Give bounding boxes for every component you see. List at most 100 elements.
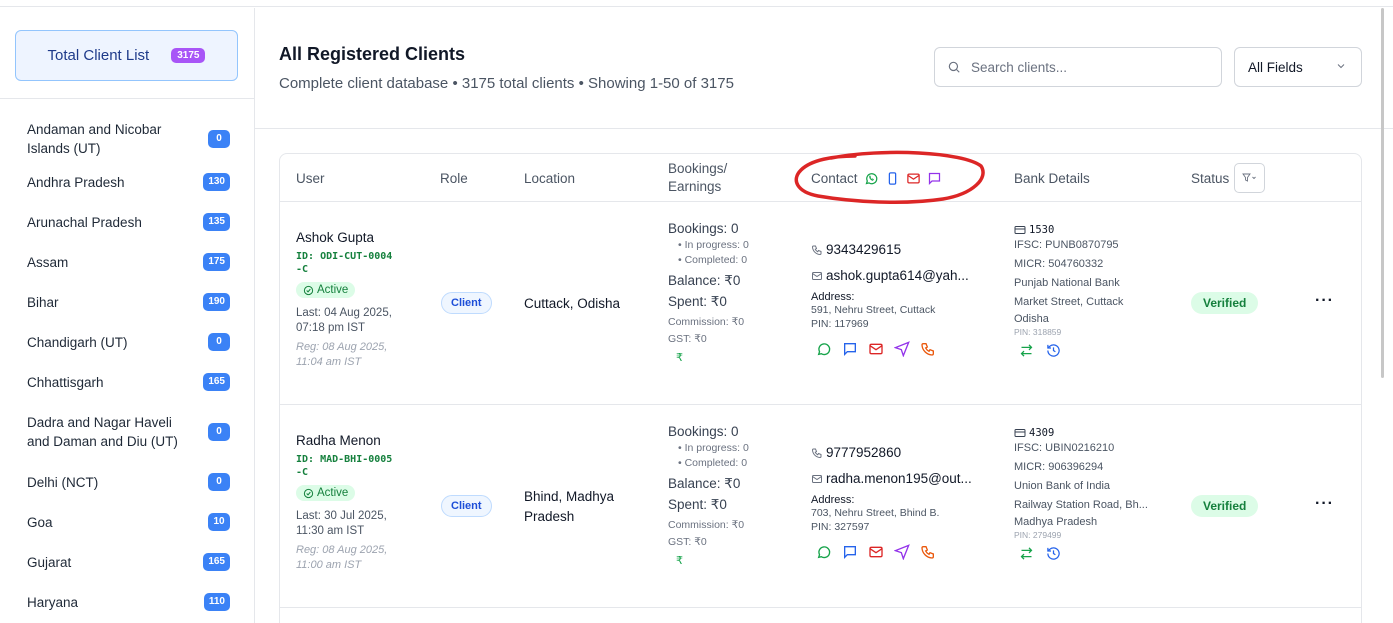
total-client-list-label: Total Client List [47, 47, 150, 64]
send-action-icon[interactable] [894, 544, 910, 560]
state-count-badge: 0 [208, 423, 230, 441]
bank-name: Punjab National Bank [1014, 277, 1120, 289]
bank-actions [1019, 343, 1164, 358]
commission: Commission: ₹0 [668, 519, 745, 531]
state-item-dadra[interactable]: Dadra and Nagar Haveli and Daman and Diu… [0, 402, 254, 462]
state-item-andaman[interactable]: Andaman and Nicobar Islands (UT) 0 [0, 116, 254, 162]
state-item-chandigarh[interactable]: Chandigarh (UT) 0 [0, 322, 254, 362]
bank-cell: 4309 IFSC: UBIN0216210 MICR: 906396294 U… [1014, 427, 1164, 561]
state-sidebar: Total Client List 3175 Andaman and Nicob… [0, 8, 255, 623]
history-icon[interactable] [1046, 546, 1061, 561]
user-cell: Ashok Gupta ID: ODI-CUT-0004-C Active La… [296, 230, 406, 370]
state-item-gujarat[interactable]: Gujarat 165 [0, 542, 254, 582]
spent: Spent: ₹0 [668, 497, 727, 512]
status-badge: Verified [1191, 495, 1259, 517]
account-number: 4309 [1029, 427, 1055, 439]
scrollbar[interactable] [1381, 8, 1384, 378]
phone[interactable]: 9343429615 [811, 240, 986, 260]
table-header: User Role Location Bookings/ Earnings Co… [280, 154, 1361, 202]
phone-number: 9343429615 [826, 242, 902, 257]
whatsapp-action-icon[interactable] [816, 544, 832, 560]
last-seen: Last: 04 Aug 2025, 07:18 pm IST [296, 306, 392, 334]
state-item-chhattisgarh[interactable]: Chhattisgarh 165 [0, 362, 254, 402]
mobile-icon[interactable] [885, 171, 900, 186]
state-list: Andaman and Nicobar Islands (UT) 0 Andhr… [0, 122, 254, 622]
email[interactable]: ashok.gupta614@yah... [811, 266, 986, 286]
history-icon[interactable] [1046, 343, 1061, 358]
address-pin: PIN: 117969 [811, 318, 869, 330]
column-header-contact: Contact [811, 154, 942, 202]
user-name[interactable]: Radha Menon [296, 433, 406, 448]
call-action-icon[interactable] [920, 544, 936, 560]
state-item-haryana[interactable]: Haryana 110 [0, 582, 254, 622]
user-name[interactable]: Ashok Gupta [296, 230, 406, 245]
column-header-role[interactable]: Role [440, 154, 468, 202]
mail-action-icon[interactable] [868, 341, 884, 357]
state-count-badge: 0 [208, 130, 230, 148]
state-item-andhra-pradesh[interactable]: Andhra Pradesh 130 [0, 162, 254, 202]
more-options-icon[interactable]: ··· [1315, 292, 1334, 310]
state-name: Delhi (NCT) [27, 474, 99, 490]
state-count-badge: 10 [208, 513, 230, 531]
state-item-bihar[interactable]: Bihar 190 [0, 282, 254, 322]
column-header-bookings[interactable]: Bookings/ Earnings [668, 154, 738, 202]
status-filter-button[interactable] [1234, 163, 1266, 193]
bank-account: 4309 [1014, 427, 1164, 439]
card-icon [1014, 429, 1026, 437]
micr: MICR: 906396294 [1014, 461, 1104, 473]
email[interactable]: radha.menon195@out... [811, 469, 986, 489]
registered-date: Reg: 08 Aug 2025, 11:04 am IST [296, 340, 388, 368]
whatsapp-icon[interactable] [864, 171, 879, 186]
transfer-icon[interactable] [1019, 343, 1034, 358]
rupee-icon[interactable]: ₹ [676, 351, 788, 364]
field-filter-select[interactable]: All Fields [1234, 47, 1362, 87]
table-row[interactable]: Ashok Gupta ID: ODI-CUT-0004-C Active La… [280, 202, 1361, 405]
transfer-icon[interactable] [1019, 546, 1034, 561]
column-header-location[interactable]: Location [524, 154, 575, 202]
state-name: Chandigarh (UT) [27, 334, 128, 350]
more-options-icon[interactable]: ··· [1315, 495, 1334, 513]
mail-action-icon[interactable] [868, 544, 884, 560]
call-action-icon[interactable] [920, 341, 936, 357]
page-title: All Registered Clients [279, 44, 466, 64]
bookings-count: Bookings: 0 [668, 221, 739, 236]
contact-actions [816, 544, 986, 560]
chat-action-icon[interactable] [842, 341, 858, 357]
mail-icon [812, 272, 822, 280]
spent: Spent: ₹0 [668, 294, 727, 309]
rupee-icon[interactable]: ₹ [676, 554, 788, 567]
message-icon[interactable] [927, 171, 942, 186]
state-count-badge: 0 [208, 333, 230, 351]
state-item-goa[interactable]: Goa 10 [0, 502, 254, 542]
total-client-list-button[interactable]: Total Client List 3175 [15, 30, 238, 81]
chat-action-icon[interactable] [842, 544, 858, 560]
column-header-status: Status [1191, 154, 1266, 202]
whatsapp-action-icon[interactable] [816, 341, 832, 357]
bank-pin: PIN: 279499 [1014, 530, 1062, 540]
state-name: Goa [27, 514, 53, 530]
mail-icon[interactable] [906, 171, 921, 186]
ifsc: IFSC: PUNB0870795 [1014, 239, 1119, 251]
bookings-cell: Bookings: 0 • In progress: 0 • Completed… [668, 220, 788, 364]
address-label: Address: [811, 494, 855, 506]
registered-date: Reg: 08 Aug 2025, 11:00 am IST [296, 543, 388, 571]
phone[interactable]: 9777952860 [811, 443, 986, 463]
send-action-icon[interactable] [894, 341, 910, 357]
state-item-assam[interactable]: Assam 175 [0, 242, 254, 282]
column-header-bank[interactable]: Bank Details [1014, 154, 1090, 202]
state-count-badge: 135 [203, 213, 230, 231]
bank-branch: Railway Station Road, Bh... [1014, 499, 1148, 511]
table-row[interactable]: Radha Menon ID: MAD-BHI-0005-C Active La… [280, 405, 1361, 608]
bank-branch: Market Street, Cuttack [1014, 296, 1124, 308]
search-box[interactable] [934, 47, 1222, 87]
ifsc: IFSC: UBIN0216210 [1014, 442, 1115, 454]
email-address: radha.menon195@out... [826, 471, 972, 486]
user-cell: Radha Menon ID: MAD-BHI-0005-C Active La… [296, 433, 406, 573]
balance: Balance: ₹0 [668, 476, 741, 491]
state-item-delhi[interactable]: Delhi (NCT) 0 [0, 462, 254, 502]
state-item-arunachal-pradesh[interactable]: Arunachal Pradesh 135 [0, 202, 254, 242]
column-header-user[interactable]: User [296, 154, 325, 202]
search-input[interactable] [971, 59, 1191, 75]
gst: GST: ₹0 [668, 333, 707, 345]
state-name: Andaman and Nicobar Islands (UT) [27, 122, 162, 156]
